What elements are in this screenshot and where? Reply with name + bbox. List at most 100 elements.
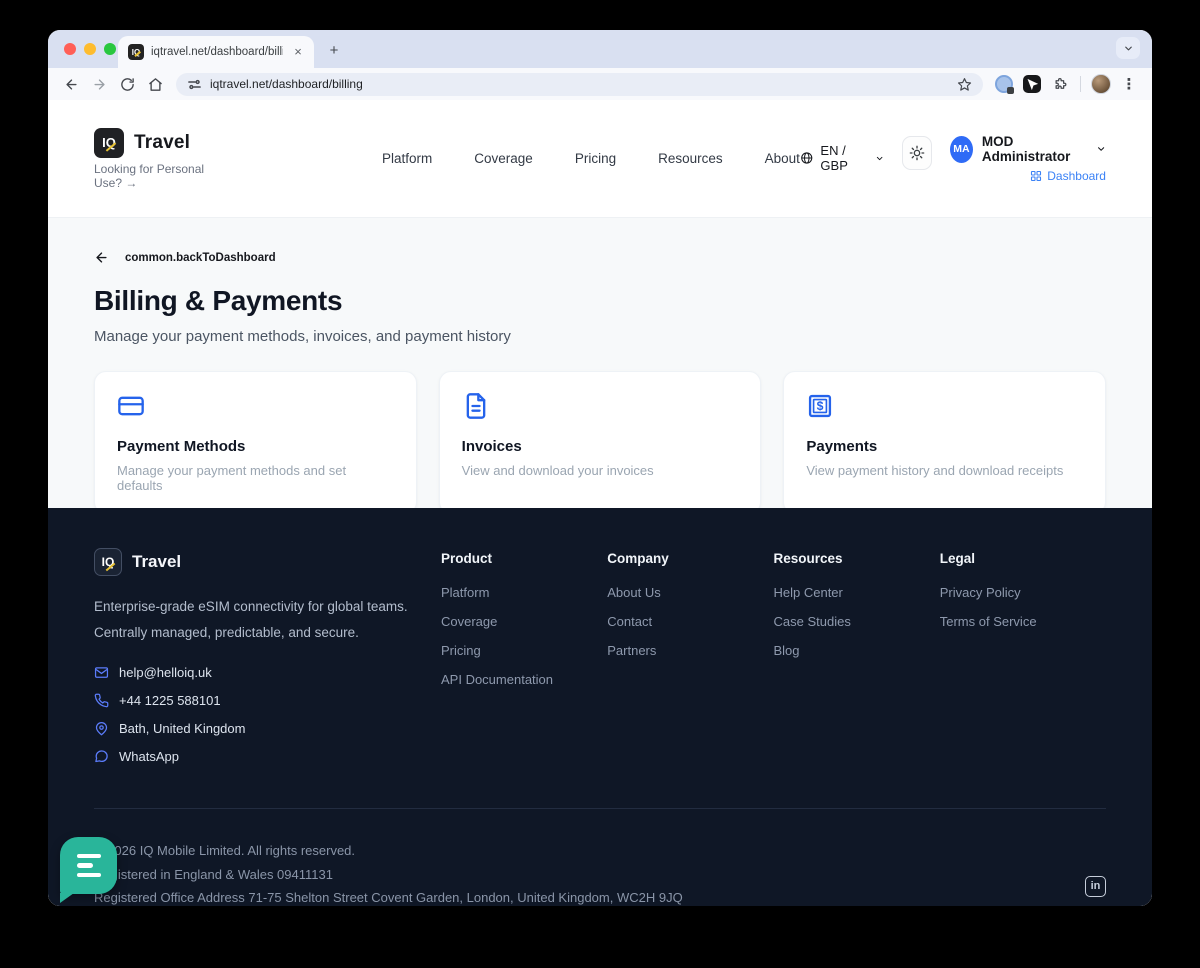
main-nav: Platform Coverage Pricing Resources About [382,151,800,166]
phone-icon [94,693,109,708]
footer-link[interactable]: Case Studies [774,614,940,629]
user-name: MOD Administrator [982,134,1087,164]
footer-column-heading: Legal [940,551,1106,566]
browser-toolbar: iqtravel.net/dashboard/billing ⋮ [48,68,1152,100]
payment-methods-card[interactable]: Payment Methods Manage your payment meth… [94,371,417,514]
site-settings-icon[interactable] [186,76,202,92]
footer-brand-name: Travel [132,552,181,572]
user-menu[interactable]: MA MOD Administrator [950,134,1106,164]
toolbar-divider [1080,76,1081,92]
mail-icon [94,665,109,680]
footer-column-links: Privacy Policy Terms of Service [940,585,1106,629]
footer-link[interactable]: Privacy Policy [940,585,1106,600]
footer-column: Legal Privacy Policy Terms of Service [940,548,1106,764]
linkedin-icon[interactable]: in [1085,876,1106,897]
window-controls [64,43,116,55]
iq-logo: IQ [94,128,124,158]
home-button[interactable] [142,71,168,97]
contact-phone[interactable]: +44 1225 588101 [94,693,441,708]
footer-description: Enterprise-grade eSIM connectivity for g… [94,594,441,647]
locale-label: EN / GBP [820,143,868,173]
site-header: IQ Travel Looking for Personal Use? → Pl… [48,100,1152,218]
extension-cursor-icon[interactable] [1019,71,1045,97]
billing-section: common.backToDashboard Billing & Payment… [48,218,1152,508]
tab-title: iqtravel.net/dashboard/billing [151,46,283,58]
url-text[interactable]: iqtravel.net/dashboard/billing [210,77,947,91]
browser-tab[interactable]: IQ iqtravel.net/dashboard/billing × [118,36,314,68]
nav-link[interactable]: Resources [658,151,723,166]
card-title: Payment Methods [117,438,394,455]
footer-link[interactable]: Pricing [441,643,607,658]
brand-name: Travel [134,132,190,154]
chat-bubble-icon [94,749,109,764]
card-description: View and download your invoices [462,463,739,478]
site-favicon-icon: IQ [128,44,144,60]
card-title: Payments [806,438,1083,455]
footer-column: Company About Us Contact Partners [607,548,773,764]
brand-block[interactable]: IQ Travel Looking for Personal Use? → [94,128,232,190]
back-button[interactable] [58,71,84,97]
minimize-window-button[interactable] [84,43,96,55]
footer-link[interactable]: Blog [774,643,940,658]
dashboard-link[interactable]: Dashboard [1030,169,1106,183]
credit-card-icon [117,392,145,420]
personal-use-link[interactable]: Looking for Personal Use? → [94,162,232,190]
footer-column: Resources Help CenterCase StudiesBlog [774,548,940,764]
locale-selector[interactable]: EN / GBP [800,143,884,173]
nav-link[interactable]: Platform [382,151,432,166]
contact-list: help@helloiq.uk +44 1225 588101 Bath, Un… [94,665,441,764]
footer-link-columns: Product Platform Coverage Pricing API Docum… [441,548,1106,764]
zoom-window-button[interactable] [104,43,116,55]
contact-location[interactable]: Bath, United Kingdom [94,721,441,736]
nav-link[interactable]: Pricing [575,151,616,166]
legal-line: Registered in England & Wales 09411131 [94,863,683,887]
footer-link[interactable]: API Documentation [441,672,607,687]
footer-link[interactable]: Partners [607,643,773,658]
contact-email[interactable]: help@helloiq.uk [94,665,441,680]
footer-link[interactable]: Coverage [441,614,607,629]
tab-strip: IQ iqtravel.net/dashboard/billing × + [48,30,1152,68]
extension-privacy-icon[interactable] [991,71,1017,97]
footer-column-heading: Company [607,551,773,566]
payments-card[interactable]: $ Payments View payment history and down… [783,371,1106,514]
tab-close-icon[interactable]: × [290,44,306,60]
bookmark-star-icon[interactable] [955,75,973,93]
footer-link[interactable]: Contact [607,614,773,629]
theme-toggle-button[interactable] [902,136,932,170]
footer-link[interactable]: Terms of Service [940,614,1106,629]
address-bar[interactable]: iqtravel.net/dashboard/billing [176,73,983,96]
page-title: Billing & Payments [94,285,1106,317]
profile-avatar[interactable] [1088,71,1114,97]
invoice-document-icon [462,392,490,420]
chat-widget-button[interactable] [60,837,117,894]
header-right: EN / GBP MA MOD Administrator Dashboard [800,134,1106,183]
footer-link[interactable]: About Us [607,585,773,600]
svg-text:$: $ [817,399,824,413]
browser-menu-kebab-icon[interactable]: ⋮ [1116,71,1142,97]
contact-whatsapp[interactable]: WhatsApp [94,749,441,764]
nav-link[interactable]: About [765,151,800,166]
footer-bottom: © 2026 IQ Mobile Limited. All rights res… [94,809,1106,906]
card-description: View payment history and download receip… [806,463,1083,478]
nav-link[interactable]: Coverage [474,151,533,166]
arrow-left-icon [94,250,109,265]
extensions-puzzle-icon[interactable] [1047,71,1073,97]
chevron-down-icon [1096,143,1106,155]
footer-column-heading: Product [441,551,607,566]
invoices-card[interactable]: Invoices View and download your invoices [439,371,762,514]
footer-link[interactable]: Help Center [774,585,940,600]
forward-button[interactable] [86,71,112,97]
footer-link[interactable]: Platform [441,585,607,600]
globe-icon [800,150,814,166]
footer-brand: IQ Travel Enterprise-grade eSIM connecti… [94,548,441,764]
user-block: MA MOD Administrator Dashboard [950,134,1106,183]
reload-button[interactable] [114,71,140,97]
legal-block: © 2026 IQ Mobile Limited. All rights res… [94,839,683,906]
new-tab-button[interactable]: + [324,41,344,61]
back-to-dashboard-link[interactable]: common.backToDashboard [94,250,1106,265]
banknote-icon: $ [806,392,834,420]
close-window-button[interactable] [64,43,76,55]
tab-search-chevron-icon[interactable] [1116,37,1140,59]
legal-line: Registered Office Address 71-75 Shelton … [94,886,683,906]
page-content: IQ Travel Looking for Personal Use? → Pl… [48,100,1152,906]
